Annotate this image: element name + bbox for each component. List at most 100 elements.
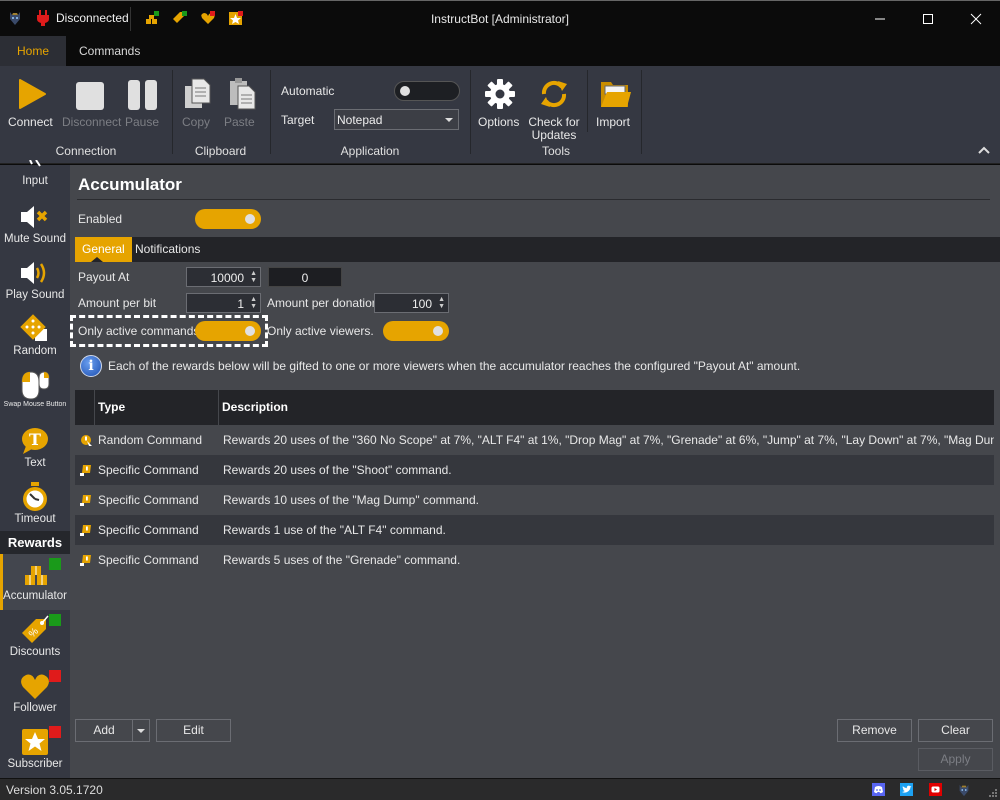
sidebar-item-label: Text (24, 457, 46, 469)
sidebar-item-timeout[interactable]: Timeout (0, 481, 70, 525)
tools-group-label: Tools (541, 144, 570, 158)
tab-general[interactable]: General (75, 237, 132, 262)
discord-icon[interactable] (872, 783, 885, 796)
specific-command-icon (80, 555, 91, 566)
accumulator-icon[interactable] (144, 10, 160, 26)
add-dropdown-button[interactable] (132, 719, 150, 742)
amount-per-bit-label: Amount per bit (78, 296, 157, 310)
sidebar-item-label: Mute Sound (3, 233, 66, 245)
enabled-toggle[interactable] (195, 209, 261, 229)
spinner-arrows-icon[interactable]: ▲ ▼ (438, 296, 445, 310)
target-select[interactable]: Notepad (334, 109, 459, 130)
spinner-arrows-icon[interactable]: ▲ ▼ (250, 296, 257, 310)
info-icon: i (80, 355, 102, 377)
sidebar-item-subscriber[interactable]: Subscriber (0, 726, 70, 770)
amount-per-donation-stepper[interactable]: 100 ▲ ▼ (374, 293, 449, 313)
row-description: Rewards 20 uses of the "Shoot" command. (223, 463, 452, 477)
specific-command-icon (80, 495, 91, 506)
status-indicator-red (49, 670, 61, 682)
mute-sound-icon (21, 206, 48, 228)
pause-button[interactable]: Pause (125, 74, 161, 129)
ribbon: Connect Disconnect Pause Connection Copy… (0, 66, 1000, 164)
connection-status-text: Disconnected (56, 11, 129, 25)
version-label: Version 3.05.1720 (6, 783, 103, 797)
table-row[interactable]: Random Command Rewards 20 uses of the "3… (75, 425, 994, 455)
twitter-icon[interactable] (900, 783, 913, 796)
tab-commands[interactable]: Commands (62, 36, 157, 66)
apply-button[interactable]: Apply (918, 748, 993, 771)
close-button[interactable] (956, 5, 996, 33)
tab-home[interactable]: Home (0, 36, 67, 66)
specific-command-icon (80, 465, 91, 476)
amount-per-bit-stepper[interactable]: 1 ▲ ▼ (186, 293, 261, 313)
only-active-commands-toggle[interactable] (195, 321, 261, 341)
chevron-down-icon (137, 729, 145, 733)
tab-notifications[interactable]: Notifications (128, 237, 207, 262)
minimize-button[interactable] (860, 5, 900, 33)
column-header-type[interactable]: Type (94, 390, 125, 425)
copy-button[interactable]: Copy (182, 74, 214, 129)
text-bubble-icon: T (22, 428, 48, 454)
follower-icon[interactable] (200, 10, 216, 26)
maximize-icon (923, 14, 933, 24)
stop-icon (76, 82, 104, 110)
paste-button[interactable]: Paste (224, 74, 260, 129)
edit-button[interactable]: Edit (156, 719, 231, 742)
copy-icon (185, 78, 211, 108)
collapse-ribbon-icon[interactable] (978, 146, 990, 154)
table-row[interactable]: Specific Command Rewards 10 uses of the … (75, 485, 994, 515)
spinner-arrows-icon[interactable]: ▲ ▼ (250, 270, 257, 284)
subscriber-icon[interactable] (228, 10, 244, 26)
options-button[interactable]: Options (478, 74, 522, 129)
instructbot-logo-icon[interactable] (957, 783, 971, 797)
clear-button[interactable]: Clear (918, 719, 993, 742)
row-type: Specific Command (98, 523, 199, 537)
ribbon-separator (172, 70, 173, 154)
sidebar-item-mute-sound[interactable]: Mute Sound (0, 201, 70, 245)
grid-body: Random Command Rewards 20 uses of the "3… (75, 425, 994, 708)
amount-per-donation-value: 100 (411, 297, 432, 311)
table-row[interactable]: Specific Command Rewards 1 use of the "A… (75, 515, 994, 545)
sidebar-item-accumulator[interactable]: Accumulator (0, 554, 70, 610)
sidebar-item-text[interactable]: T Text (0, 425, 70, 469)
table-row[interactable]: Specific Command Rewards 5 uses of the "… (75, 545, 994, 575)
row-description: Rewards 20 uses of the "360 No Scope" at… (223, 433, 994, 447)
table-row[interactable]: Specific Command Rewards 20 uses of the … (75, 455, 994, 485)
sidebar-item-random[interactable]: Random (0, 313, 70, 357)
info-message: i Each of the rewards below will be gift… (80, 355, 800, 377)
discount-tag-icon: % (22, 615, 49, 643)
enabled-label: Enabled (78, 212, 123, 226)
row-description: Rewards 5 uses of the "Grenade" command. (223, 553, 461, 567)
payout-at-label: Payout At (78, 270, 130, 284)
automatic-toggle[interactable] (394, 81, 460, 101)
connect-button[interactable]: Connect (8, 74, 56, 129)
remove-button[interactable]: Remove (837, 719, 912, 742)
sidebar-item-label: Follower (13, 702, 57, 714)
title-divider (77, 199, 990, 200)
star-icon (22, 729, 48, 755)
close-icon (970, 13, 982, 25)
sidebar-item-discounts[interactable]: % Discounts (0, 614, 70, 658)
minimize-icon (875, 18, 885, 20)
add-button[interactable]: Add (75, 719, 133, 742)
only-active-viewers-toggle[interactable] (383, 321, 449, 341)
sidebar-item-input[interactable]: Input (0, 155, 70, 187)
status-bar: Version 3.05.1720 (0, 778, 1000, 800)
accumulator-icon (24, 566, 47, 585)
resize-grip-icon[interactable] (989, 789, 997, 797)
column-header-description[interactable]: Description (218, 390, 288, 425)
sidebar-item-play-sound[interactable]: Play Sound (0, 257, 70, 301)
ribbon-separator (641, 70, 642, 154)
sidebar-item-follower[interactable]: Follower (0, 670, 70, 714)
disconnect-button[interactable]: Disconnect (62, 74, 121, 129)
youtube-icon[interactable] (929, 783, 942, 796)
discounts-icon[interactable] (172, 10, 188, 26)
connection-status[interactable]: Disconnected (36, 10, 129, 26)
sidebar-item-swap-mouse-button[interactable]: Swap Mouse Button (0, 369, 70, 409)
sidebar-item-label: Swap Mouse Button (3, 401, 67, 408)
import-button[interactable]: Import (596, 74, 636, 129)
maximize-button[interactable] (908, 5, 948, 33)
swap-mouse-icon (21, 371, 50, 400)
check-for-updates-button[interactable]: Check for Updates (528, 74, 580, 142)
payout-at-stepper[interactable]: 10000 ▲ ▼ (186, 267, 261, 287)
